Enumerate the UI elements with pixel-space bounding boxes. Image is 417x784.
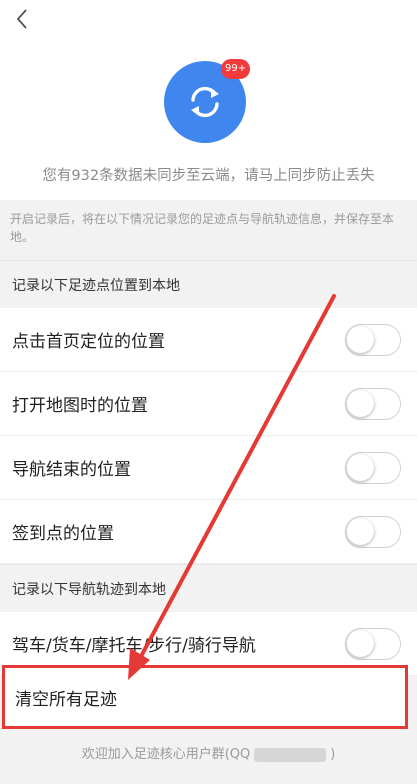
footer-prefix: 欢迎加入足迹核心用户群(QQ [81, 747, 251, 762]
open-map-toggle[interactable] [345, 387, 401, 420]
back-button[interactable] [8, 4, 36, 34]
checkin-toggle[interactable] [345, 515, 401, 548]
navigation-track-toggle[interactable] [345, 627, 401, 660]
toggle-knob [347, 453, 374, 481]
home-location-toggle[interactable] [345, 323, 401, 356]
setting-row-open-map[interactable]: 打开地图时的位置 [0, 372, 417, 436]
chevron-left-icon [16, 9, 27, 29]
record-description: 开启记录后，将在以下情况记录您的足迹点与导航轨迹信息，并保存至本地。 [10, 212, 395, 244]
header-area: 99+ 您有932条数据未同步至云端，请马上同步防止丢失 [0, 0, 417, 200]
unsynced-count-badge: 99+ [221, 59, 251, 79]
sync-control: 99+ [164, 59, 251, 143]
nav-end-toggle[interactable] [345, 451, 401, 484]
toggle-knob [347, 325, 374, 353]
footer-text: 欢迎加入足迹核心用户群(QQ) [0, 743, 417, 762]
redacted-qq-number [254, 747, 327, 762]
footprint-section-title: 记录以下足迹点位置到本地 [0, 260, 417, 308]
setting-row-checkin[interactable]: 签到点的位置 [0, 500, 417, 564]
setting-label: 驾车/货车/摩托车/步行/骑行导航 [12, 636, 256, 656]
sync-icon [191, 86, 219, 118]
toggle-knob [347, 389, 374, 417]
setting-label: 签到点的位置 [12, 524, 114, 544]
setting-label: 打开地图时的位置 [12, 396, 148, 416]
setting-label: 导航结束的位置 [12, 460, 131, 480]
track-section-title: 记录以下导航轨迹到本地 [0, 564, 417, 612]
clear-all-label: 清空所有足迹 [15, 689, 117, 710]
toggle-knob [347, 517, 374, 545]
setting-row-nav-end[interactable]: 导航结束的位置 [0, 436, 417, 500]
toggle-knob [347, 629, 374, 657]
clear-all-footprints-button[interactable]: 清空所有足迹 [2, 665, 408, 729]
setting-row-home-location[interactable]: 点击首页定位的位置 [0, 308, 417, 372]
sync-warning-text: 您有932条数据未同步至云端，请马上同步防止丢失 [42, 168, 375, 184]
footer-suffix: ) [330, 747, 336, 762]
setting-label: 点击首页定位的位置 [12, 332, 165, 352]
